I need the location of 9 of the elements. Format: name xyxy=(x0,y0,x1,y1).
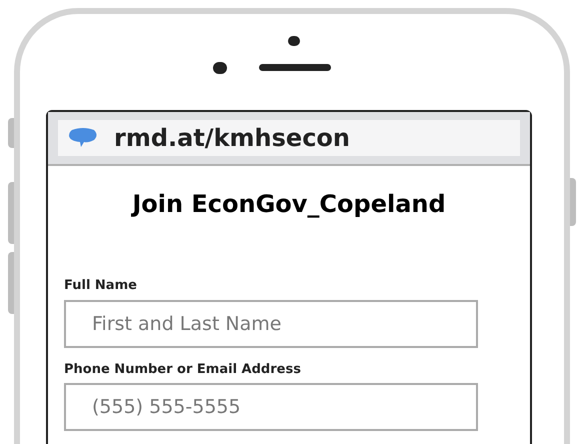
sensor-icon xyxy=(213,62,227,74)
input-field[interactable]: (555) 555-5555 xyxy=(64,383,478,431)
field-label: Phone Number or Email Address xyxy=(64,360,302,378)
field-label: Full Name xyxy=(64,277,138,295)
camera-icon xyxy=(288,36,300,46)
input-field[interactable]: First and Last Name xyxy=(64,300,478,348)
page-title: Join EconGov_Copeland xyxy=(130,189,447,220)
speech-bubble-icon xyxy=(68,128,98,148)
speaker-icon xyxy=(259,64,331,71)
